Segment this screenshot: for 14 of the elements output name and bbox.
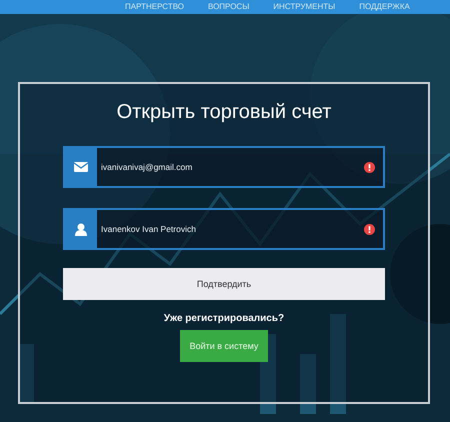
- email-value: ivanivanivaj@gmail.com: [100, 162, 194, 172]
- input-field[interactable]: ivanivanivaj@gmail.com: [63, 146, 385, 188]
- nav-link[interactable]: ИНСТРУМЕНТЫ: [273, 2, 336, 12]
- nav-link[interactable]: ПОДДЕРЖКА: [359, 2, 410, 12]
- form-title: Открыть торговый счет: [116, 100, 332, 124]
- input-field[interactable]: Ivanenkov Ivan Petrovich: [63, 208, 385, 250]
- name-value: Ivanenkov Ivan Petrovich: [100, 224, 197, 234]
- nav-link[interactable]: ПАРТНЕРСТВО: [125, 2, 184, 12]
- login-button[interactable]: Войти в систему: [180, 330, 268, 362]
- envelope-icon: [65, 148, 97, 186]
- user-icon: [65, 210, 97, 248]
- nav-link[interactable]: ВОПРОСЫ: [208, 2, 250, 12]
- submit-button[interactable]: Подтвердить: [63, 268, 385, 300]
- login-prompt: Уже регистрировались?: [164, 313, 284, 324]
